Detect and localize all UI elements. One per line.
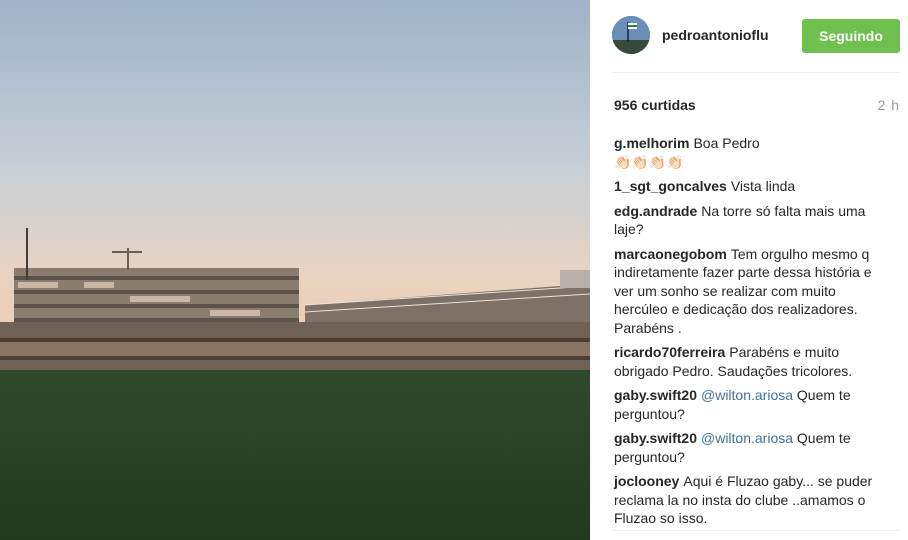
comment-text: Vista linda — [730, 178, 796, 194]
post-photo[interactable] — [0, 0, 590, 540]
following-button[interactable]: Seguindo — [802, 19, 900, 53]
comment-item: marcaonegobom Tem orgulho mesmo q indiret… — [614, 245, 890, 338]
comment-username[interactable]: marcaonegobom — [614, 246, 727, 262]
comment-item: edg.andrade Na torre só falta mais uma la… — [614, 202, 890, 239]
comment-item: joclooney Aqui é Fluzao gaby... se puder … — [614, 472, 890, 528]
comment-item: gaby.swift20 @wilton.ariosa Quem te pergu… — [614, 386, 890, 423]
avatar-image — [612, 16, 650, 54]
comments-bottom-divider — [612, 530, 900, 531]
comment-item: gaby.swift20 @wilton.ariosa Quem te pergu… — [614, 429, 890, 466]
comment-username[interactable]: edg.andrade — [614, 203, 697, 219]
post-timestamp[interactable]: 2 h — [878, 97, 900, 113]
comment-text: Boa Pedro — [693, 135, 760, 151]
avatar-flag-icon[interactable] — [612, 16, 650, 54]
comment-item: 1_sgt_goncalves Vista linda — [614, 177, 890, 196]
post-username[interactable]: pedroantonioflu — [662, 27, 769, 43]
comment-username[interactable]: ricardo70ferreira — [614, 344, 725, 360]
comment-mention[interactable]: @wilton.ariosa — [701, 430, 793, 446]
comment-username[interactable]: joclooney — [614, 473, 679, 489]
comment-username[interactable]: gaby.swift20 — [614, 387, 697, 403]
post-header: pedroantonioflu Seguindo — [612, 16, 900, 56]
comment-username[interactable]: gaby.swift20 — [614, 430, 697, 446]
header-divider — [612, 72, 900, 73]
comment-username[interactable]: 1_sgt_goncalves — [614, 178, 727, 194]
comment-username[interactable]: g.melhorim — [614, 135, 689, 151]
likes-count[interactable]: 956 curtidas — [614, 97, 696, 113]
comment-item: g.melhorim Boa Pedro 👏🏻👏🏻👏🏻👏🏻 — [614, 134, 890, 171]
comments-list: g.melhorim Boa Pedro 👏🏻👏🏻👏🏻👏🏻 1_sgt_gonca… — [614, 134, 890, 534]
stadium-construction-image — [0, 0, 590, 540]
comment-mention[interactable]: @wilton.ariosa — [701, 387, 793, 403]
clap-emoji-row: 👏🏻👏🏻👏🏻👏🏻 — [614, 153, 684, 170]
comment-item: ricardo70ferreira Parabéns e muito obriga… — [614, 343, 890, 380]
post-details-panel: pedroantonioflu Seguindo 956 curtidas 2 … — [590, 0, 908, 540]
